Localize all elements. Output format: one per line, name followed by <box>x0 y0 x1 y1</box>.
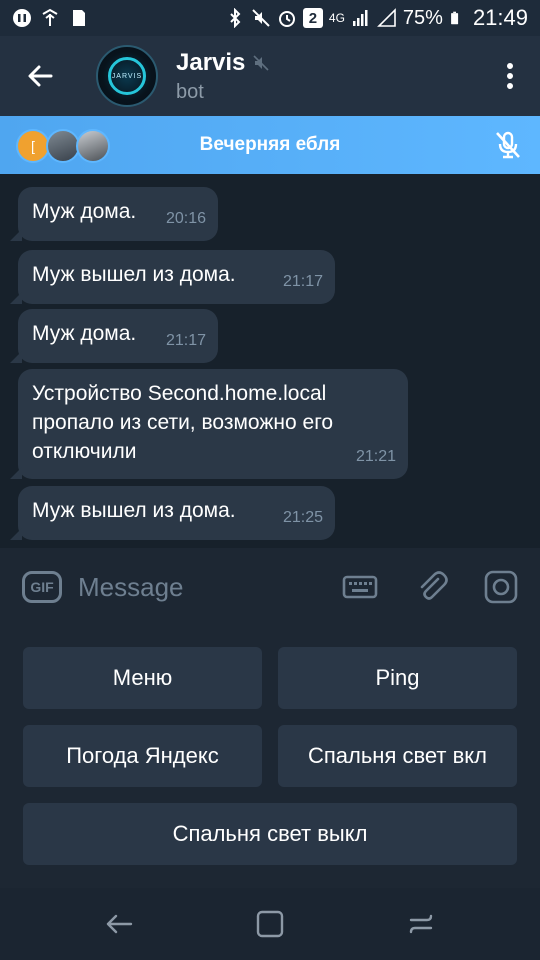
chat-header: JARVIS Jarvis bot <box>0 36 540 116</box>
message-text-line: Устройство Second.home.local <box>32 382 327 405</box>
chat-avatar[interactable]: JARVIS <box>96 45 158 107</box>
keyboard-button-bedroom-light-off[interactable]: Спальня свет выкл <box>23 803 517 865</box>
message-bubble[interactable]: Муж дома. 20:16 <box>10 187 218 241</box>
notification-badge-icon: 2 <box>302 8 323 28</box>
bluetooth-icon <box>230 8 241 28</box>
wifi-upload-icon <box>42 8 58 26</box>
message-bubble[interactable]: Муж вышел из дома. 21:17 <box>10 250 335 304</box>
message-text-line: пропало из сети, возможно его <box>32 411 334 434</box>
arrow-left-icon <box>28 65 53 87</box>
message-time: 21:21 <box>355 448 396 465</box>
bot-keyboard-icon[interactable] <box>342 569 378 605</box>
message-text: Муж вышел из дома. <box>32 499 236 522</box>
signal-secondary-icon <box>376 8 396 27</box>
media-icon <box>13 9 31 27</box>
bubble-tail <box>10 528 22 540</box>
keyboard-button-bedroom-light-on[interactable]: Спальня свет вкл <box>278 725 517 787</box>
chat-subtitle: bot <box>176 80 204 103</box>
battery-icon <box>451 11 459 25</box>
gif-button[interactable]: GIF <box>22 571 62 603</box>
message-time: 21:17 <box>282 273 323 290</box>
nav-back-icon[interactable] <box>103 908 135 940</box>
nav-recents-icon[interactable] <box>405 908 437 940</box>
muted-speaker-icon <box>253 54 269 71</box>
chat-title-block[interactable]: Jarvis bot <box>176 49 269 104</box>
message-text-line: отключили <box>32 440 137 463</box>
voice-chat-title: Вечерняя ебля <box>199 134 341 155</box>
more-vertical-icon <box>507 63 513 89</box>
bot-keyboard: Меню Ping Погода Яндекс Спальня свет вкл… <box>0 626 540 888</box>
system-nav-bar <box>0 888 540 960</box>
message-bubble[interactable]: Муж дома. 21:17 <box>10 309 218 363</box>
signal-icon <box>352 10 368 26</box>
clock: 21:49 <box>472 5 528 30</box>
message-bubble[interactable]: Устройство Second.home.local пропало из … <box>10 369 408 479</box>
bubble-tail <box>10 351 22 363</box>
nav-home-icon[interactable] <box>254 908 286 940</box>
alarm-icon <box>278 11 295 27</box>
message-time: 20:16 <box>165 210 206 227</box>
mic-off-icon[interactable] <box>492 129 524 161</box>
attach-icon[interactable] <box>414 569 450 605</box>
back-button[interactable] <box>0 36 80 116</box>
chat-title: Jarvis <box>176 49 269 77</box>
bubble-tail <box>10 229 22 241</box>
keyboard-button-ping[interactable]: Ping <box>278 647 517 709</box>
bubble-tail <box>10 292 22 304</box>
voice-chat-bar[interactable]: [ Вечерняя ебля <box>0 116 540 174</box>
message-time: 21:17 <box>165 332 206 349</box>
keyboard-button-weather[interactable]: Погода Яндекс <box>23 725 262 787</box>
keyboard-button-menu[interactable]: Меню <box>23 647 262 709</box>
message-text: Муж вышел из дома. <box>32 263 236 286</box>
mute-icon <box>252 9 270 27</box>
network-type: 4G <box>328 11 345 25</box>
camera-icon[interactable] <box>483 569 519 605</box>
composer-bar: GIF Message <box>0 548 540 626</box>
message-time: 21:25 <box>282 509 323 526</box>
avatar-text: JARVIS <box>111 73 143 80</box>
bubble-tail <box>10 467 22 479</box>
battery-percent: 75% <box>402 6 443 29</box>
sdcard-icon <box>73 10 85 26</box>
chat-title-text: Jarvis <box>176 48 246 76</box>
message-input[interactable]: Message <box>78 572 318 603</box>
more-options-button[interactable] <box>480 36 540 116</box>
message-bubble[interactable]: Муж вышел из дома. 21:25 <box>10 486 335 540</box>
status-bar: 2 4G 75% 21:49 <box>0 0 540 36</box>
message-list[interactable]: Муж дома. 20:16 Муж вышел из дома. 21:17… <box>0 174 540 548</box>
